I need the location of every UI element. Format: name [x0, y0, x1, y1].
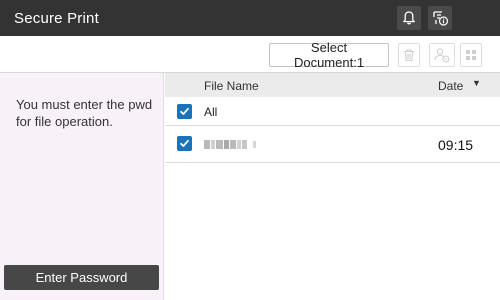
file-time: 09:15 — [438, 137, 474, 153]
checkmark-icon — [180, 139, 189, 147]
trash-icon[interactable] — [398, 43, 420, 67]
column-header-date[interactable]: Date — [438, 79, 463, 93]
job-info-icon[interactable] — [428, 6, 452, 30]
sort-desc-icon[interactable]: ▼ — [472, 78, 481, 88]
grid-view-icon-glyph — [466, 50, 476, 60]
select-document-button[interactable]: Select Document:1 — [269, 40, 389, 70]
trash-icon-glyph — [404, 49, 414, 62]
table-row-all[interactable]: All — [165, 97, 500, 126]
select-all-label: All — [204, 105, 218, 119]
table-row[interactable]: 09:15 — [165, 126, 500, 163]
toolbar: Select Document:1 — [0, 36, 500, 73]
select-all-checkbox[interactable] — [177, 104, 192, 119]
column-header-file-name[interactable]: File Name — [204, 79, 259, 93]
page-title: Secure Print — [14, 10, 99, 27]
enter-password-button[interactable]: Enter Password — [4, 265, 159, 290]
password-required-message: You must enter the pwd for file operatio… — [16, 97, 153, 129]
file-name-blurred — [204, 138, 260, 150]
grid-view-icon[interactable] — [460, 43, 482, 67]
bell-icon-glyph — [403, 11, 415, 25]
user-print-icon[interactable] — [429, 43, 455, 67]
table-header: File Name Date ▼ — [165, 73, 500, 97]
job-info-icon-glyph — [433, 11, 449, 26]
checkmark-icon — [180, 107, 189, 115]
title-bar: Secure Print — [0, 0, 500, 36]
user-print-icon-glyph — [434, 48, 450, 63]
row-checkbox[interactable] — [177, 136, 192, 151]
password-panel: You must enter the pwd for file operatio… — [0, 73, 164, 300]
file-table: File Name Date ▼ All 09:15 — [165, 73, 500, 300]
bell-icon[interactable] — [397, 6, 421, 30]
